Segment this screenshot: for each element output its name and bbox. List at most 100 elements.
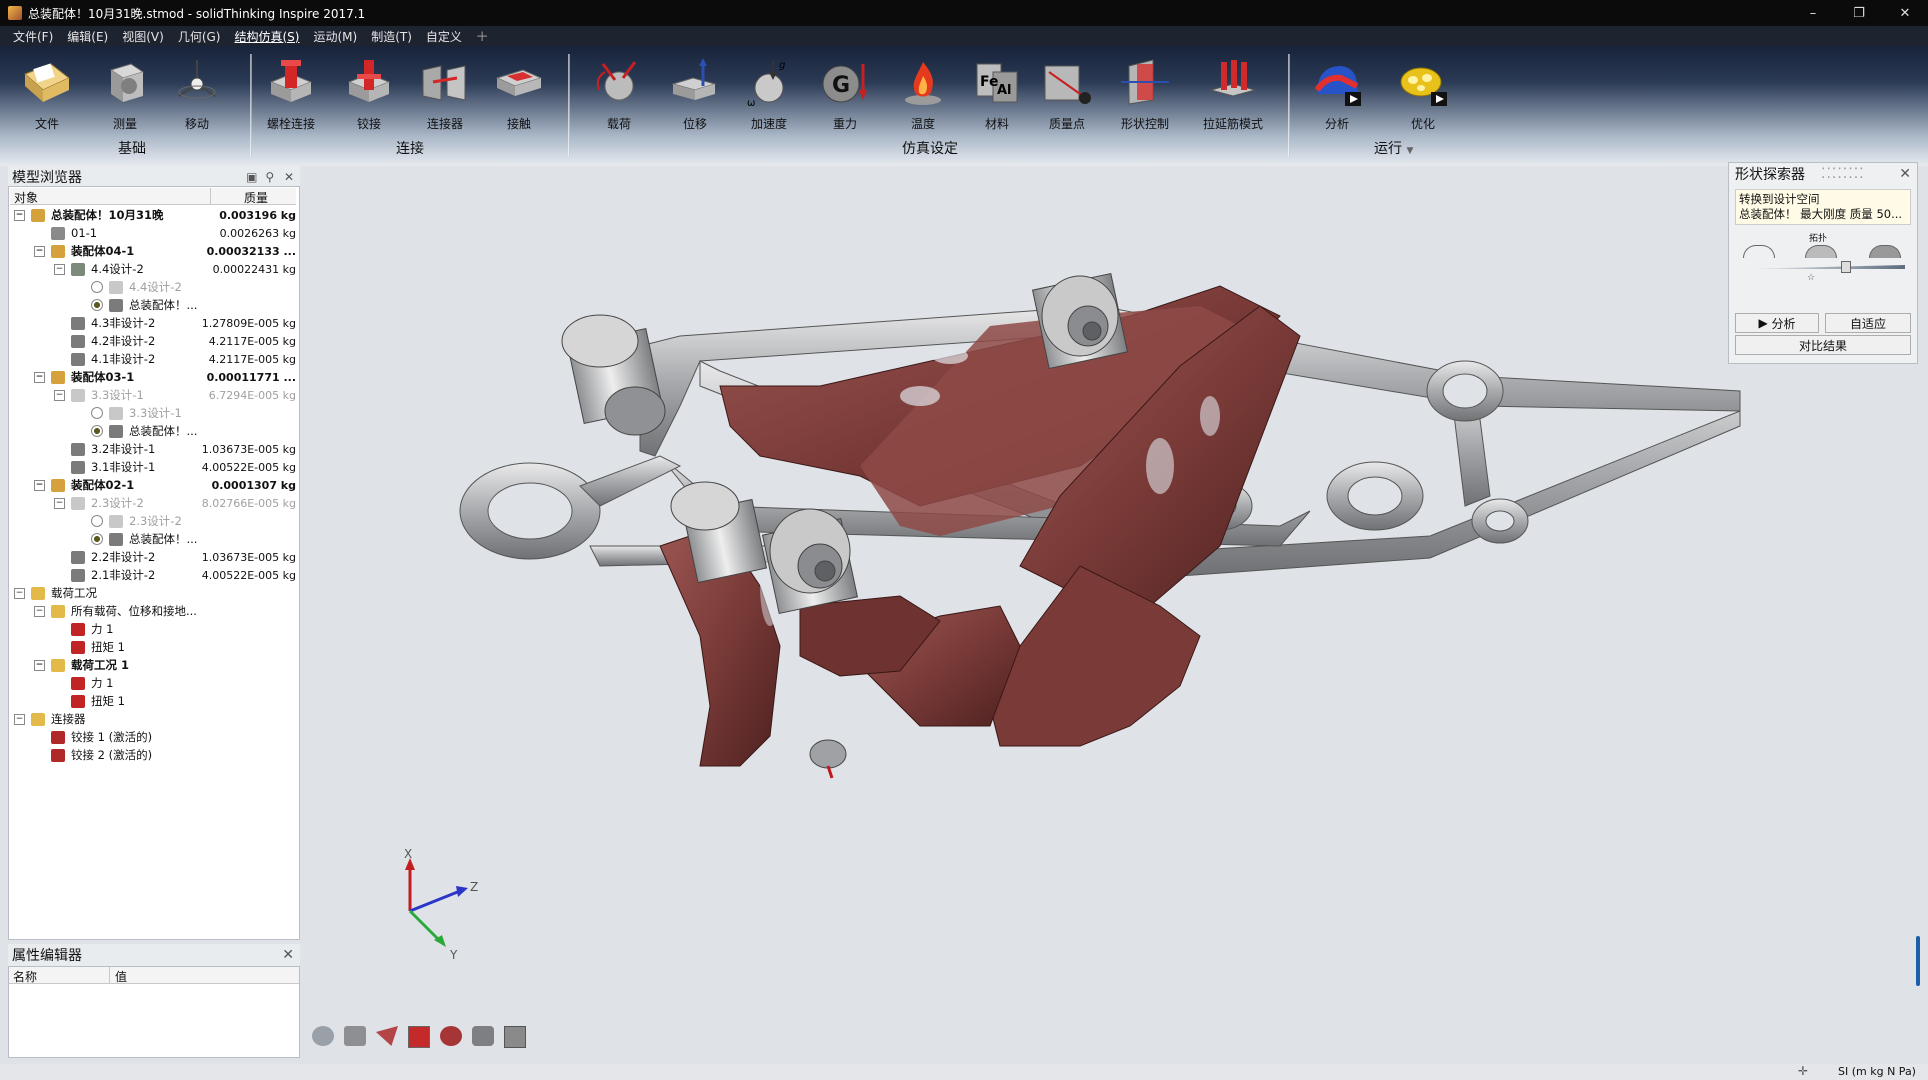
close-window-button[interactable]: ✕ bbox=[1882, 0, 1928, 26]
displacement-button[interactable]: 位移 bbox=[660, 56, 730, 132]
add-tab-button[interactable]: + bbox=[469, 27, 496, 45]
analyze-button[interactable]: 分析 bbox=[1302, 56, 1372, 132]
measure-button[interactable]: 测量 bbox=[90, 56, 160, 132]
menu-structure-sim[interactable]: 结构仿真(S) bbox=[227, 28, 306, 45]
expand-toggle[interactable]: − bbox=[54, 263, 65, 275]
hinge-button[interactable]: 铰接 bbox=[334, 56, 404, 132]
variant-radio[interactable] bbox=[91, 515, 103, 527]
camera-icon[interactable] bbox=[344, 1026, 366, 1046]
tree-item[interactable]: 4.1非设计-2 4.2117E-005 kg bbox=[54, 350, 296, 368]
tree-item[interactable]: 4.4设计-2 bbox=[74, 278, 296, 296]
move-button[interactable]: 移动 bbox=[162, 56, 232, 132]
expand-toggle[interactable]: − bbox=[14, 209, 25, 221]
tree-item[interactable]: 01-1 0.0026263 kg bbox=[34, 224, 296, 242]
tree-item[interactable]: 2.3设计-2 bbox=[74, 512, 296, 530]
menu-manufacture[interactable]: 制造(T) bbox=[364, 28, 419, 45]
topology-slider-thumb[interactable] bbox=[1841, 261, 1851, 273]
tree-item[interactable]: 2.1非设计-2 4.00522E-005 kg bbox=[54, 566, 296, 584]
zoom-icon[interactable] bbox=[440, 1026, 462, 1046]
variant-radio[interactable] bbox=[91, 281, 103, 293]
tree-item[interactable]: − 装配体02-1 0.0001307 kg bbox=[34, 476, 296, 494]
col-mass[interactable]: 质量 bbox=[244, 189, 268, 206]
tree-item[interactable]: 3.1非设计-1 4.00522E-005 kg bbox=[54, 458, 296, 476]
display-mode-icon[interactable] bbox=[472, 1026, 494, 1046]
close-shape-explorer-icon[interactable]: ✕ bbox=[1899, 166, 1911, 182]
tree-item[interactable]: − 3.3设计-1 6.7294E-005 kg bbox=[54, 386, 296, 404]
connector-button[interactable]: 连接器 bbox=[410, 56, 480, 132]
run-dropdown-arrow[interactable]: ▼ bbox=[1406, 146, 1413, 156]
menu-motion[interactable]: 运动(M) bbox=[306, 28, 364, 45]
tree-item[interactable]: 总装配体！... bbox=[74, 422, 296, 440]
gravity-button[interactable]: G 重力 bbox=[810, 56, 880, 132]
select-filter-icon[interactable] bbox=[376, 1026, 398, 1046]
tree-item[interactable]: 扭矩 1 bbox=[54, 692, 296, 710]
tree-item[interactable]: 力 1 bbox=[54, 620, 296, 638]
optimize-button[interactable]: 优化 bbox=[1388, 56, 1458, 132]
close-panel-icon[interactable]: ✕ bbox=[284, 170, 294, 184]
maximize-button[interactable]: ❐ bbox=[1836, 0, 1882, 26]
bolt-button[interactable]: 螺栓连接 bbox=[256, 56, 326, 132]
topology-slider-track[interactable] bbox=[1741, 265, 1905, 269]
tree-item[interactable]: 铰接 1 (激活的) bbox=[34, 728, 296, 746]
tree-item[interactable]: − 装配体04-1 0.00032133 ... bbox=[34, 242, 296, 260]
menu-view[interactable]: 视图(V) bbox=[115, 28, 171, 45]
contact-button[interactable]: 接触 bbox=[484, 56, 554, 132]
variant-radio[interactable] bbox=[91, 425, 103, 437]
expand-toggle[interactable]: − bbox=[54, 389, 65, 401]
tree-item[interactable]: − 所有载荷、位移和接地... bbox=[34, 602, 296, 620]
tree-item[interactable]: 4.2非设计-2 4.2117E-005 kg bbox=[54, 332, 296, 350]
expand-toggle[interactable]: − bbox=[54, 497, 65, 509]
expand-toggle[interactable]: − bbox=[34, 245, 45, 257]
menu-custom[interactable]: 自定义 bbox=[419, 28, 469, 45]
file-button[interactable]: 文件 bbox=[12, 56, 82, 132]
variant-radio[interactable] bbox=[91, 407, 103, 419]
shape-control-button[interactable]: 形状控制 bbox=[1110, 56, 1180, 132]
eye-icon[interactable] bbox=[312, 1026, 334, 1046]
close-props-icon[interactable]: ✕ bbox=[282, 947, 294, 963]
shape-analyze-button[interactable]: ▶ 分析 bbox=[1735, 313, 1819, 333]
col-object[interactable]: 对象 bbox=[14, 189, 38, 206]
tree-item[interactable]: 3.3设计-1 bbox=[74, 404, 296, 422]
search-icon[interactable]: ⚲ bbox=[265, 170, 274, 184]
section-icon[interactable] bbox=[408, 1026, 430, 1048]
tree-item[interactable]: 铰接 2 (激活的) bbox=[34, 746, 296, 764]
tree-item[interactable]: − 4.4设计-2 0.00022431 kg bbox=[54, 260, 296, 278]
drag-handle[interactable]: ⁚⁚⁚⁚⁚⁚⁚⁚ bbox=[1821, 166, 1865, 182]
shape-adapt-button[interactable]: 自适应 bbox=[1825, 313, 1911, 333]
viewport-scrollbar[interactable] bbox=[1916, 936, 1920, 986]
tree-item[interactable]: 力 1 bbox=[54, 674, 296, 692]
tree-item[interactable]: − 载荷工况 1 bbox=[34, 656, 296, 674]
tree-item[interactable]: 扭矩 1 bbox=[54, 638, 296, 656]
expand-toggle[interactable]: − bbox=[34, 371, 45, 383]
acceleration-button[interactable]: gω 加速度 bbox=[734, 56, 804, 132]
tree-item[interactable]: 总装配体！... bbox=[74, 296, 296, 314]
expand-toggle[interactable]: − bbox=[14, 713, 25, 725]
material-button[interactable]: Fe Al 材料 bbox=[962, 56, 1032, 132]
expand-toggle[interactable]: − bbox=[34, 659, 45, 671]
tree-item[interactable]: − 总装配体！10月31晚 0.003196 kg bbox=[14, 206, 296, 224]
load-button[interactable]: 载荷 bbox=[584, 56, 654, 132]
minimize-button[interactable]: – bbox=[1790, 0, 1836, 26]
tree-item[interactable]: 4.3非设计-2 1.27809E-005 kg bbox=[54, 314, 296, 332]
temperature-button[interactable]: 温度 bbox=[888, 56, 958, 132]
pin-icon[interactable]: ▣ bbox=[246, 170, 257, 184]
tree-item[interactable]: 3.2非设计-1 1.03673E-005 kg bbox=[54, 440, 296, 458]
menu-edit[interactable]: 编辑(E) bbox=[60, 28, 115, 45]
variant-radio[interactable] bbox=[91, 299, 103, 311]
units-selector[interactable]: SI (m kg N Pa) bbox=[1838, 1065, 1916, 1078]
3d-viewport[interactable]: X Z Y bbox=[300, 166, 1928, 1070]
menu-geometry[interactable]: 几何(G) bbox=[171, 28, 228, 45]
tree-item[interactable]: − 2.3设计-2 8.02766E-005 kg bbox=[54, 494, 296, 512]
expand-toggle[interactable]: − bbox=[34, 479, 45, 491]
tree-item[interactable]: − 连接器 bbox=[14, 710, 296, 728]
mass-point-button[interactable]: 质量点 bbox=[1032, 56, 1102, 132]
snap-icon[interactable]: ✛ bbox=[1798, 1064, 1808, 1078]
view-cube-icon[interactable] bbox=[504, 1026, 526, 1048]
variant-radio[interactable] bbox=[91, 533, 103, 545]
tree-item[interactable]: − 载荷工况 bbox=[14, 584, 296, 602]
tree-item[interactable]: − 装配体03-1 0.00011771 ... bbox=[34, 368, 296, 386]
expand-toggle[interactable]: − bbox=[14, 587, 25, 599]
tree-item[interactable]: 2.2非设计-2 1.03673E-005 kg bbox=[54, 548, 296, 566]
expand-toggle[interactable]: − bbox=[34, 605, 45, 617]
compare-results-button[interactable]: 对比结果 bbox=[1735, 335, 1911, 355]
